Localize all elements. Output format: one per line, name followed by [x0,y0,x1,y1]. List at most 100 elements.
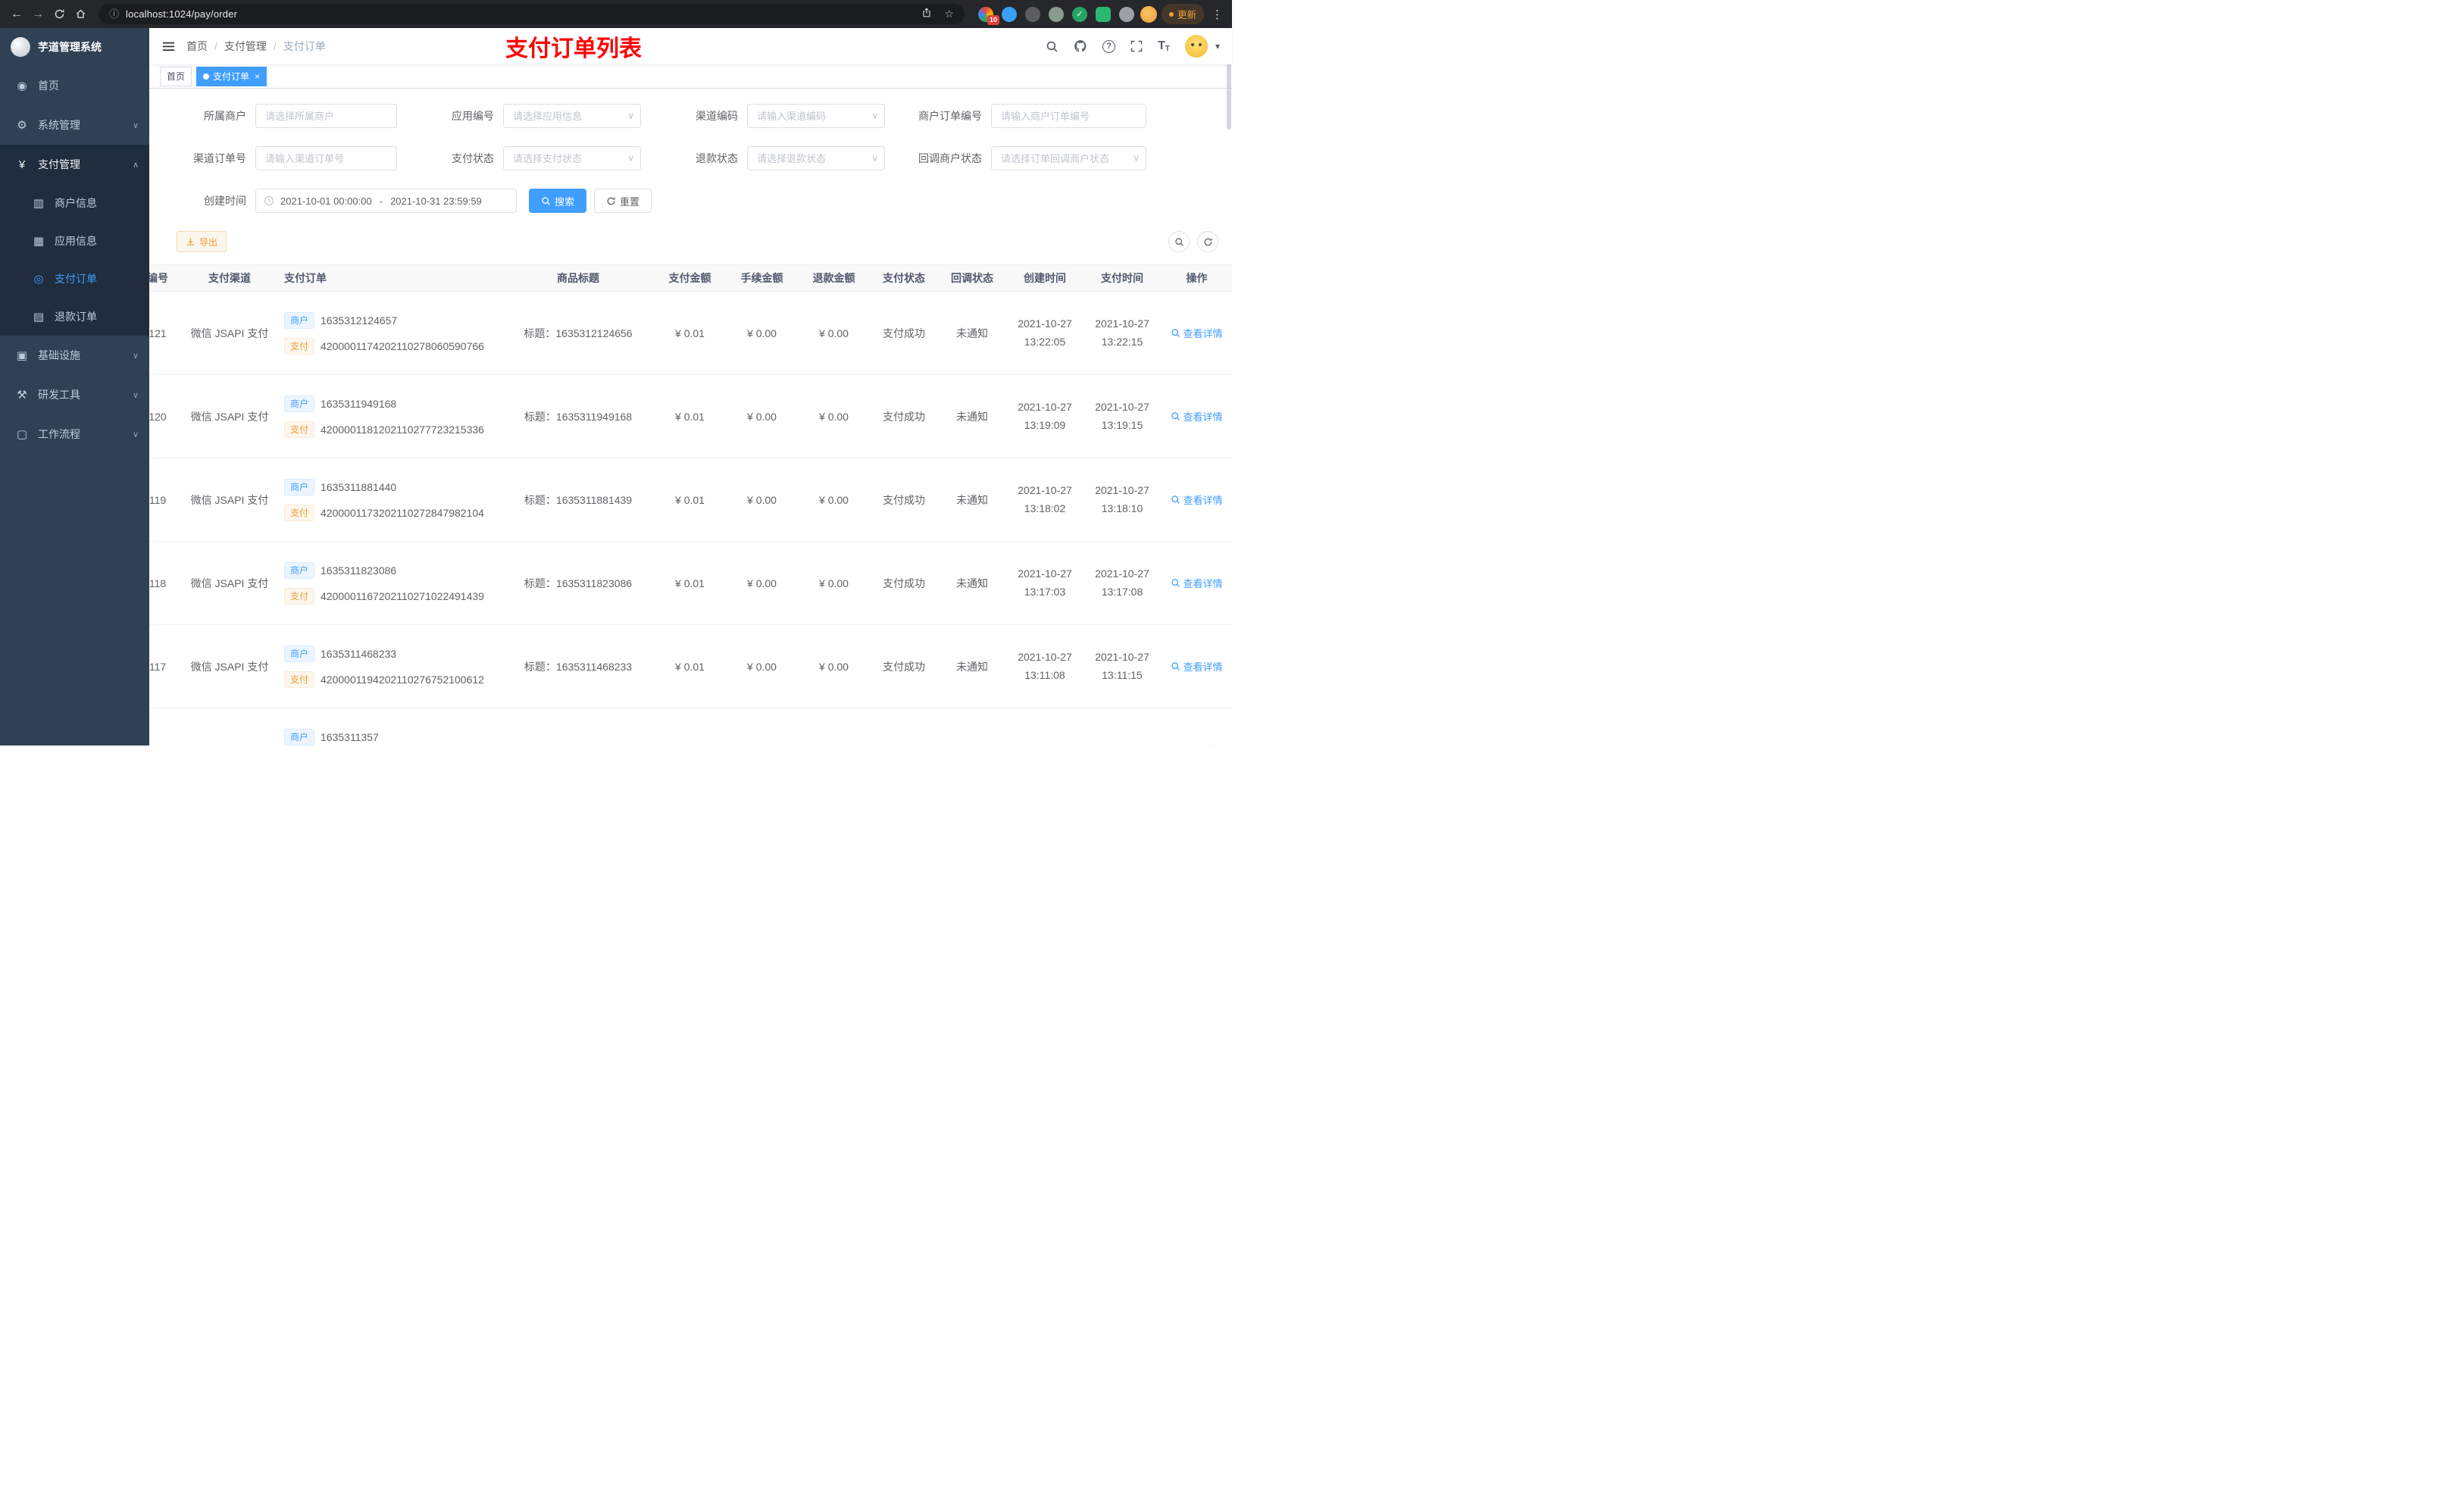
user-avatar[interactable] [1184,35,1208,58]
browser-update-button[interactable]: 更新 [1161,4,1204,24]
table-row: 商户1635311357 支付 查看详情 [149,708,1232,746]
sidebar-item-merchant-info[interactable]: ▥ 商户信息 [0,184,149,222]
export-button[interactable]: 导出 [177,231,227,252]
view-detail-link[interactable]: 查看详情 [1171,409,1223,424]
github-icon[interactable] [1074,39,1087,53]
merchant-order-no-input[interactable] [991,104,1146,128]
table-row: 117 微信 JSAPI 支付 商户 1635311468233 支付 420000… [149,625,1232,708]
browser-home-icon[interactable] [70,4,91,25]
browser-menu-icon[interactable]: ⋮ [1209,8,1226,21]
merchant-input[interactable] [255,104,397,128]
tab-home[interactable]: 首页 [160,66,192,86]
sidebar-item-payment[interactable]: ¥ 支付管理 ∧ [0,145,149,184]
chevron-down-icon: ∨ [871,110,878,121]
sidebar-item-dev-tools[interactable]: ⚒ 研发工具 ∨ [0,375,149,414]
orders-table: 编号 支付渠道 支付订单 商品标题 支付金额 手续金额 退款金额 支付状态 回调… [149,264,1232,746]
close-tab-icon[interactable]: × [255,71,260,82]
extension-icon[interactable] [1048,6,1064,22]
bank-card-icon: ▥ [33,197,45,210]
toggle-search-button[interactable] [1168,231,1190,252]
date-end-value[interactable]: 2021-10-31 23:59:59 [390,195,482,207]
fullscreen-icon[interactable] [1130,40,1143,52]
sidebar-item-refund-order[interactable]: ▤ 退款订单 [0,298,149,336]
share-icon[interactable] [921,8,932,20]
col-header-pay-channel: 支付渠道 [208,272,251,284]
cell-pay-order: 商户 1635311468233 支付 4200001194202110276752… [275,645,502,688]
breadcrumb-home[interactable]: 首页 [186,39,208,54]
col-header-product-title: 商品标题 [557,272,599,284]
sidebar-item-pay-order[interactable]: ◎ 支付订单 [0,260,149,298]
page-info-icon[interactable]: ⓘ [109,9,119,19]
pay-status-input[interactable] [503,146,641,170]
col-header-notify-status: 回调状态 [951,272,993,284]
url-text[interactable]: localhost:1024/pay/order [126,8,915,20]
extension-icon[interactable]: 10 [977,6,999,25]
caret-down-icon[interactable]: ▾ [1215,41,1220,52]
extension-icon[interactable] [1024,6,1040,22]
refund-status-input[interactable] [747,146,885,170]
cell-pay-time: 2021-10-27 13:19:15 [1095,401,1149,431]
filter-field-pay-status: 支付状态 ∨ [412,146,656,170]
sidebar-collapse-icon[interactable] [161,39,176,54]
sidebar-item-system[interactable]: ⚙ 系统管理 ∨ [0,105,149,145]
dashboard-icon: ◉ [17,80,27,92]
yen-icon: ¥ [18,158,26,171]
refresh-table-button[interactable] [1197,231,1218,252]
breadcrumb-separator: / [214,40,217,52]
search-button[interactable]: 搜索 [529,189,587,213]
channel-code-input[interactable] [747,104,885,128]
extension-icon[interactable] [1001,6,1017,22]
browser-chrome: ← → ⓘ localhost:1024/pay/order ☆ 10 ✓ 更新… [0,0,1232,28]
col-header-operation: 操作 [1186,272,1208,284]
cell-pay-order: 商户 1635311881440 支付 4200001173202110272847… [275,478,502,521]
tags-view-bar: 首页 支付订单 × [149,64,1232,89]
col-header-id: 编号 [149,272,168,284]
view-detail-link[interactable]: 查看详情 [1171,492,1223,507]
address-bar[interactable]: ⓘ localhost:1024/pay/order ☆ [98,4,965,24]
chevron-down-icon: ∨ [1133,152,1140,164]
date-start-value[interactable]: 2021-10-01 00:00:00 [280,195,372,207]
create-time-range-picker[interactable]: 2021-10-01 00:00:00 - 2021-10-31 23:59:5… [255,189,517,213]
sidebar-item-workflow[interactable]: ▢ 工作流程 ∨ [0,414,149,454]
filter-row-date: 创建时间 2021-10-01 00:00:00 - 2021-10-31 23… [149,189,1232,213]
cell-pay-amount: ¥ 0.01 [675,493,705,506]
table-toolbar: 导出 [149,231,1232,252]
filter-field-channel-order-no: 渠道订单号 [164,146,412,170]
browser-reload-icon[interactable] [48,4,70,25]
tab-pay-order[interactable]: 支付订单 × [196,66,267,86]
help-icon[interactable]: ? [1102,39,1116,53]
sidebar-item-home[interactable]: ◉ 首页 [0,66,149,105]
browser-forward-icon[interactable]: → [27,4,48,25]
extensions-puzzle-icon[interactable] [1118,6,1134,22]
col-header-create-time: 创建时间 [1024,272,1066,284]
filter-field-channel-code: 渠道编码 ∨ [656,104,900,128]
browser-back-icon[interactable]: ← [6,4,27,25]
app-logo[interactable]: 芋道管理系统 [0,28,149,66]
cell-pay-time: 2021-10-27 13:11:15 [1095,651,1149,681]
extension-icon[interactable] [1095,6,1111,22]
extension-icon[interactable]: ✓ [1071,6,1087,22]
view-detail-link[interactable]: 查看详情 [1171,659,1223,674]
notify-status-input[interactable] [991,146,1146,170]
view-detail-link[interactable]: 查看详情 [1171,742,1222,746]
chevron-down-icon: ∨ [132,390,139,400]
sidebar-item-infrastructure[interactable]: ▣ 基础设施 ∨ [0,336,149,375]
sidebar-item-app-info[interactable]: ▦ 应用信息 [0,222,149,260]
extension-badge: 10 [987,14,999,25]
app-no-input[interactable] [503,104,641,128]
view-detail-link[interactable]: 查看详情 [1171,326,1223,340]
browser-profile-avatar[interactable] [1140,5,1157,23]
breadcrumb-pay-manage[interactable]: 支付管理 [224,39,267,54]
menu-label: 商户信息 [55,197,97,209]
pay-tag: 支付 [284,337,315,355]
view-detail-link[interactable]: 查看详情 [1171,576,1223,590]
pay-tag: 支付 [284,420,315,438]
reset-button[interactable]: 重置 [594,189,652,213]
cell-pay-channel: 微信 JSAPI 支付 [190,493,269,506]
bookmark-star-icon[interactable]: ☆ [944,8,954,20]
channel-order-no-input[interactable] [255,146,397,170]
font-size-icon[interactable]: TT [1158,39,1170,53]
table-row: 120 微信 JSAPI 支付 商户 1635311949168 支付 420000… [149,375,1232,458]
cell-fee-amount: ¥ 0.00 [747,660,777,673]
search-icon[interactable] [1046,40,1058,53]
